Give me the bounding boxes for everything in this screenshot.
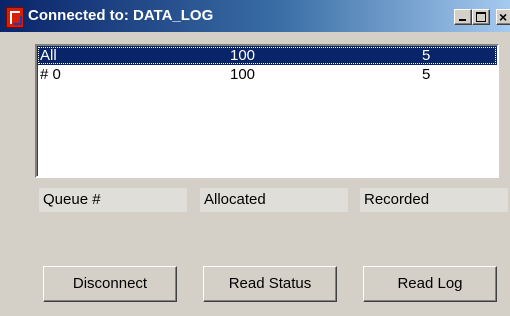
disconnect-button[interactable]: Disconnect: [43, 266, 177, 302]
list-row-0[interactable]: # 0 100 5: [37, 65, 497, 84]
queue-cell: # 0: [40, 66, 61, 83]
queue-cell: All: [40, 47, 57, 64]
list-row-all[interactable]: All 100 5: [37, 46, 497, 65]
maximize-icon: [476, 12, 486, 22]
close-button[interactable]: ×: [496, 9, 510, 25]
minimize-button[interactable]: [454, 9, 472, 25]
minimize-icon: [459, 19, 466, 21]
queue-listbox[interactable]: All 100 5 # 0 100 5: [35, 44, 499, 178]
allocated-cell: 100: [230, 66, 256, 83]
recorded-cell: 5: [422, 66, 431, 83]
read-status-button[interactable]: Read Status: [203, 266, 337, 302]
recorded-cell: 5: [422, 47, 431, 64]
maximize-button[interactable]: [472, 9, 490, 25]
window-title: Connected to: DATA_LOG: [28, 7, 214, 24]
recorded-column-label: Recorded: [360, 188, 508, 212]
read-log-button[interactable]: Read Log: [363, 266, 497, 302]
close-icon: ×: [499, 9, 508, 25]
allocated-cell: 100: [230, 47, 256, 64]
allocated-column-label: Allocated: [200, 188, 348, 212]
app-logo-icon[interactable]: [6, 7, 24, 28]
title-bar[interactable]: Connected to: DATA_LOG ×: [0, 0, 510, 32]
queue-column-label: Queue #: [39, 188, 187, 212]
